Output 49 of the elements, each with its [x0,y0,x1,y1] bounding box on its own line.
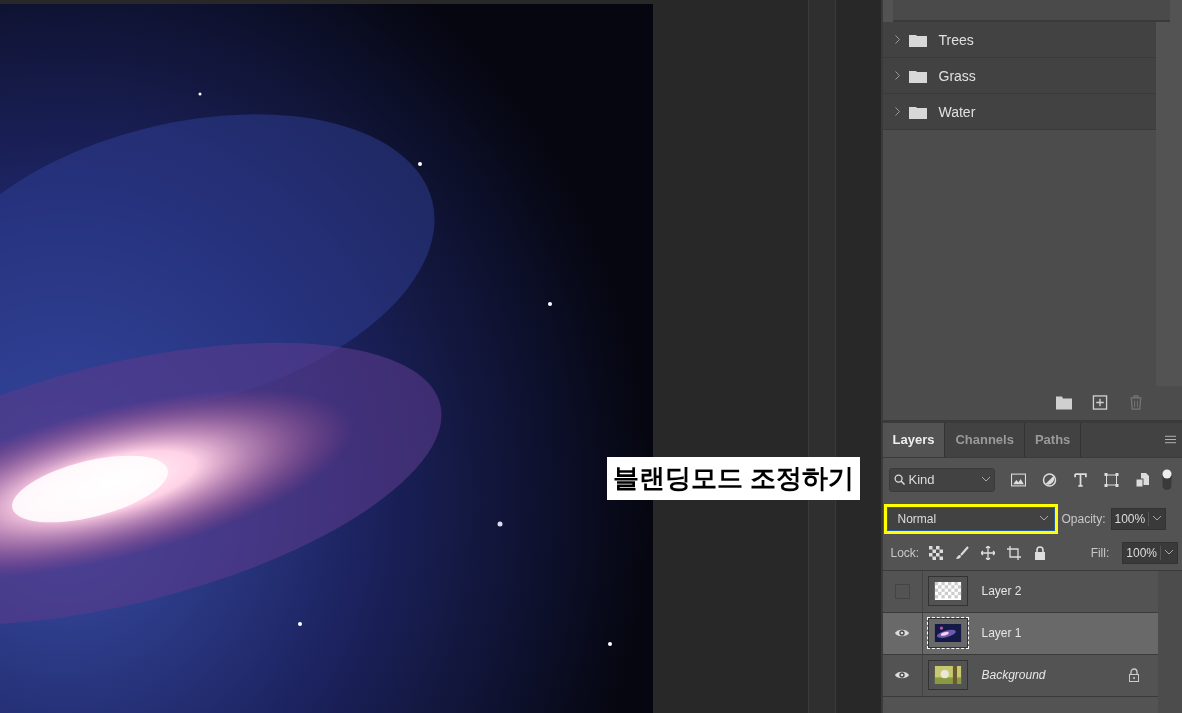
layer-group[interactable]: Water [882,94,1156,130]
opacity-label: Opacity: [1061,511,1106,526]
crop-icon[interactable] [1007,545,1022,560]
panel-tab[interactable]: Layers [882,422,946,457]
checker-icon[interactable] [929,545,944,560]
fill-label: Fill: [1090,545,1110,560]
folder-icon [908,104,927,119]
menu-icon[interactable] [1165,435,1176,444]
group-name: Grass [938,67,976,84]
add-icon[interactable] [1092,395,1108,410]
opacity-field[interactable]: 100% [1110,507,1167,530]
blend-mode-dropdown[interactable]: Normal [886,506,1055,531]
search-icon [893,474,905,485]
image-icon[interactable] [1010,472,1026,487]
filter-dropdown[interactable]: Kind [888,467,995,492]
caret-icon [1165,550,1173,555]
folder-icon[interactable] [1056,395,1072,410]
adjustment-icon[interactable] [1041,472,1057,487]
layer-row[interactable]: Background [882,654,1158,697]
shape-icon[interactable] [1103,472,1119,487]
eye-icon[interactable] [894,628,910,638]
lock-label: Lock: [890,545,920,560]
layer-name: Background [981,668,1047,682]
layer-row[interactable]: Layer 2 [882,570,1158,613]
folder-icon [908,32,927,47]
chevron-icon[interactable] [894,71,900,80]
folder-icon [908,68,927,83]
lock-icon[interactable] [1033,545,1048,560]
checker-icon [932,582,963,600]
layer-group[interactable]: Trees [882,22,1156,58]
chevron-icon[interactable] [894,35,900,44]
caret-icon [1153,516,1162,521]
toggle-switch[interactable] [1161,468,1172,491]
layer-row[interactable]: Layer 1 [882,612,1158,655]
fill-field[interactable]: 100% [1122,541,1178,564]
annotation-label: 블랜딩모드 조정하기 [607,457,861,500]
layer-name: Layer 1 [981,626,1023,640]
layer-name: Layer 2 [981,584,1023,598]
eye-icon[interactable] [894,670,910,680]
brush-icon[interactable] [955,545,970,560]
group-name: Trees [938,31,974,48]
caret-icon [981,477,990,482]
smart-object-icon[interactable] [1134,472,1150,487]
caret-icon [1039,516,1048,521]
type-icon[interactable] [1072,472,1088,487]
move-icon[interactable] [981,545,996,560]
layer-group[interactable]: Grass [882,58,1156,94]
group-name: Water [938,103,976,120]
chevron-icon[interactable] [894,107,900,116]
